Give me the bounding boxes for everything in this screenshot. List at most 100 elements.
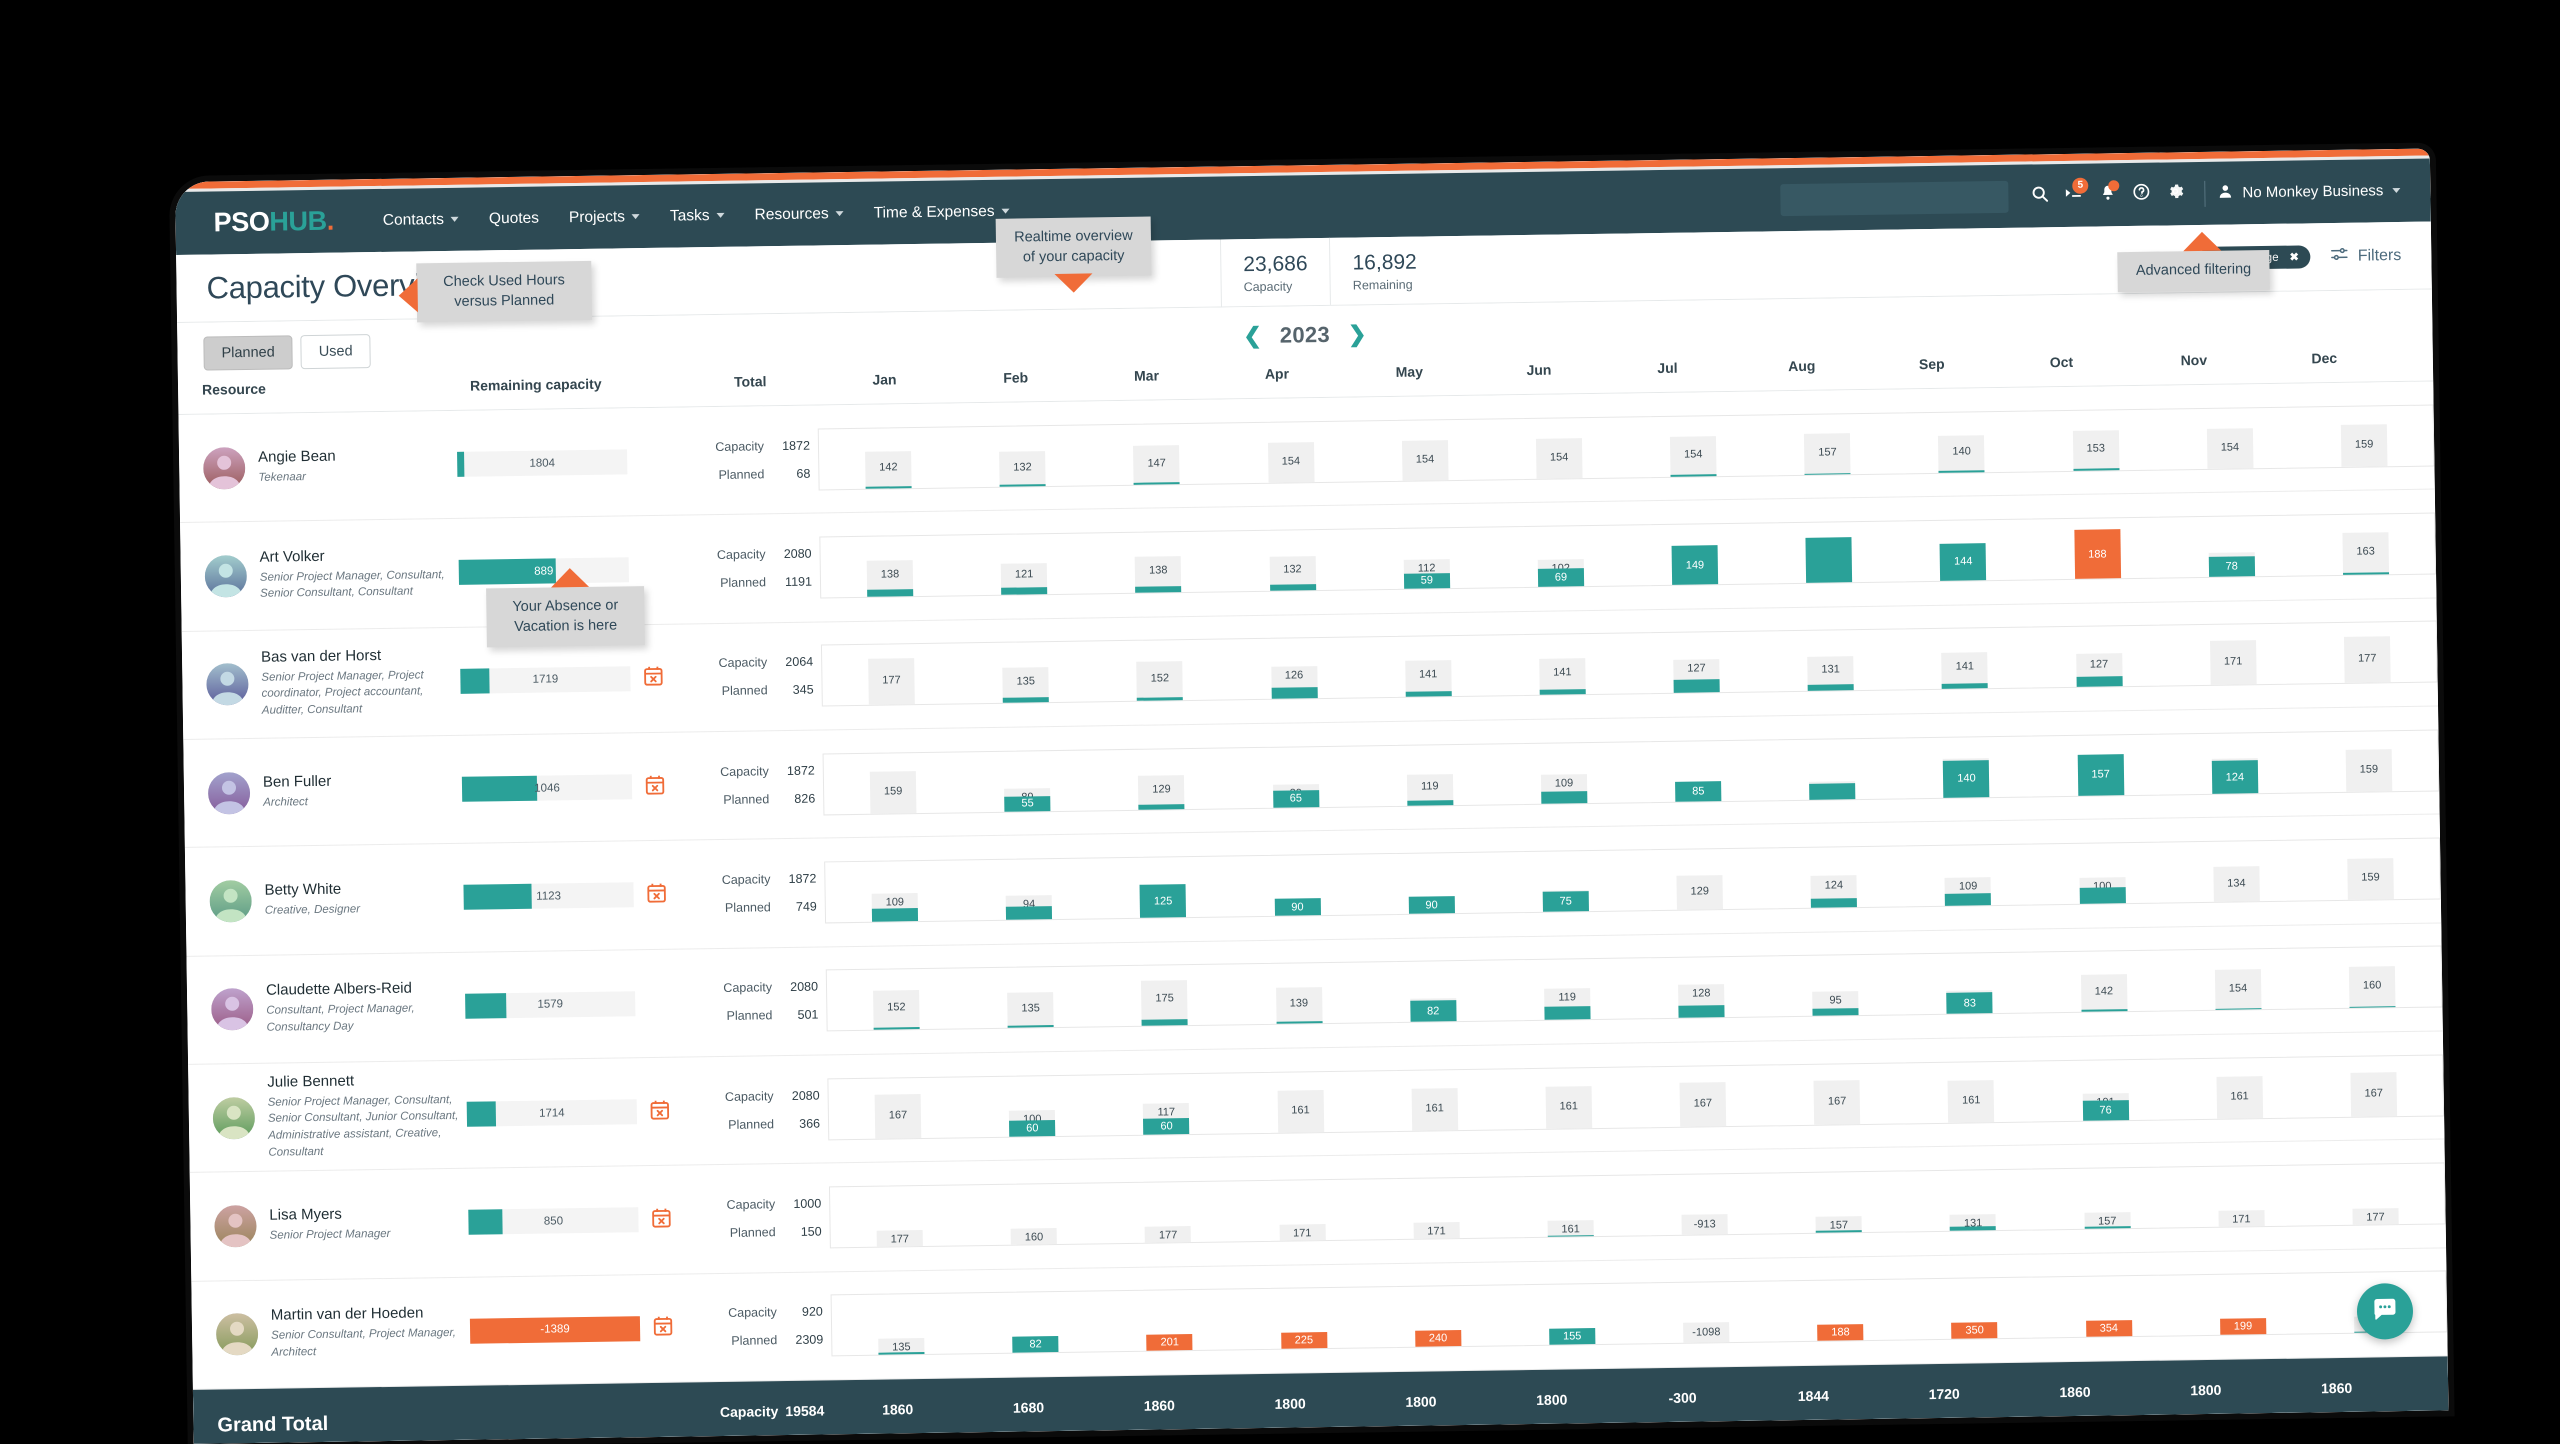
month-cell[interactable]: 135 xyxy=(834,1294,969,1356)
month-cell[interactable]: 10269 xyxy=(1493,525,1628,587)
month-cell[interactable]: 201 xyxy=(1102,1290,1237,1352)
planned-button[interactable]: Planned xyxy=(203,335,293,370)
resource-cell[interactable]: Angie BeanTekenaar xyxy=(178,411,458,522)
month-cell[interactable]: 7882 xyxy=(968,1292,1103,1354)
month-cell[interactable]: 10060 xyxy=(965,1075,1100,1137)
month-cell[interactable]: 8955 xyxy=(960,750,1095,812)
month-cell[interactable]: 129 xyxy=(1632,848,1767,910)
month-cell[interactable]: 7485 xyxy=(1631,740,1766,802)
month-cell[interactable]: 141 xyxy=(1495,634,1630,696)
month-cell[interactable]: 154 xyxy=(2170,949,2305,1011)
month-cell[interactable]: 125 xyxy=(1095,856,1230,918)
month-cell[interactable]: 8883 xyxy=(1902,953,2037,1015)
nav-item-contacts[interactable]: Contacts xyxy=(368,204,475,236)
month-cell[interactable]: 119 xyxy=(1500,959,1635,1021)
month-cell[interactable]: 188 xyxy=(1773,1280,1908,1342)
month-cell[interactable]: 155 xyxy=(1504,1284,1639,1346)
month-cell[interactable]: 138 xyxy=(822,535,957,597)
month-cell[interactable]: 188 xyxy=(2030,518,2165,580)
close-icon[interactable]: ✖ xyxy=(2289,251,2298,264)
month-cell[interactable]: 11259 xyxy=(1359,527,1494,589)
month-cell[interactable]: 167 xyxy=(830,1077,965,1139)
month-cell[interactable]: 199 xyxy=(2175,1274,2310,1336)
month-cell[interactable]: 10176 xyxy=(2038,1059,2173,1121)
month-cell[interactable]: 154 xyxy=(1492,417,1627,479)
month-cell[interactable]: 177 xyxy=(824,644,959,706)
resource-cell[interactable]: Bas van der HorstSenior Project Manager,… xyxy=(182,627,462,738)
month-cell[interactable]: 152 xyxy=(1092,640,1227,702)
month-cell[interactable]: 177 xyxy=(832,1185,967,1247)
month-cell[interactable]: 6490 xyxy=(1230,854,1365,916)
nav-item-quotes[interactable]: Quotes xyxy=(474,203,554,234)
notifications-bell-icon[interactable] xyxy=(2090,183,2124,208)
month-cell[interactable]: 142 xyxy=(2036,951,2171,1013)
month-cell[interactable]: 8982 xyxy=(1365,961,1500,1023)
month-cell[interactable]: 354 xyxy=(2041,1276,2176,1338)
month-cell[interactable]: -1098 xyxy=(1639,1282,1774,1344)
month-cell[interactable]: 152 xyxy=(829,969,964,1031)
month-cell[interactable]: 157 xyxy=(2033,734,2168,796)
month-cell[interactable]: 161 xyxy=(1501,1067,1636,1129)
month-cell[interactable]: 127 xyxy=(2031,626,2166,688)
month-cell[interactable]: 171 xyxy=(1234,1179,1369,1241)
month-cell[interactable]: 153 xyxy=(2028,409,2163,471)
month-cell[interactable]: 129 xyxy=(1094,748,1229,810)
month-cell[interactable]: 167 xyxy=(1769,1063,1904,1125)
month-cell[interactable]: 157 xyxy=(1760,413,1895,475)
capacity-table-body[interactable]: Angie BeanTekenaar1804Capacity1872Planne… xyxy=(178,382,2447,1390)
month-cell[interactable]: 11760 xyxy=(1099,1073,1234,1135)
resource-cell[interactable]: Art VolkerSenior Project Manager, Consul… xyxy=(180,519,460,630)
month-cell[interactable]: 159 xyxy=(826,752,961,814)
month-cell[interactable]: 142 xyxy=(821,427,956,489)
month-cell[interactable]: 140 xyxy=(1899,736,2034,798)
month-cell[interactable]: -913 xyxy=(1637,1173,1772,1235)
absence-calendar-icon[interactable] xyxy=(644,772,666,800)
month-cell[interactable]: 159 xyxy=(2301,730,2436,792)
month-cell[interactable]: 124 xyxy=(1766,846,1901,908)
month-cell[interactable]: 119 xyxy=(1362,744,1497,806)
month-cell[interactable]: 141 xyxy=(1897,628,2032,690)
absence-calendar-icon[interactable] xyxy=(642,664,664,692)
month-cell[interactable]: 100 xyxy=(2035,842,2170,904)
month-cell[interactable]: 163 xyxy=(2298,514,2433,576)
month-cell[interactable]: 159 xyxy=(2303,838,2438,900)
month-cell[interactable]: 171 xyxy=(1369,1177,1504,1239)
month-cell[interactable]: 350 xyxy=(1907,1278,2042,1340)
month-cell[interactable]: 94 xyxy=(961,858,1096,920)
month-cell[interactable]: 154 xyxy=(1223,421,1358,483)
month-cell[interactable]: 240 xyxy=(1370,1286,1505,1348)
month-cell[interactable]: 154 xyxy=(1626,415,1761,477)
month-cell[interactable]: 135 xyxy=(963,967,1098,1029)
absence-calendar-icon[interactable] xyxy=(652,1314,674,1342)
month-cell[interactable]: 154 xyxy=(2162,407,2297,469)
resource-cell[interactable]: Ben FullerArchitect xyxy=(183,736,463,847)
nav-item-resources[interactable]: Resources xyxy=(739,198,859,230)
month-cell[interactable]: 157 xyxy=(1771,1171,1906,1233)
previous-year-button[interactable]: ❮ xyxy=(1243,325,1262,347)
nav-item-tasks[interactable]: Tasks xyxy=(655,200,740,231)
month-cell[interactable]: 132 xyxy=(955,425,1090,487)
month-cell[interactable]: 127 xyxy=(1629,632,1764,694)
month-cell[interactable]: 109 xyxy=(1496,742,1631,804)
month-cell[interactable]: 131 xyxy=(1905,1169,2040,1231)
month-cell[interactable]: 128 xyxy=(1634,957,1769,1019)
month-cell[interactable]: 177 xyxy=(2300,622,2435,684)
month-cell[interactable]: 144 xyxy=(1896,520,2031,582)
absence-calendar-icon[interactable] xyxy=(645,881,667,909)
month-cell[interactable]: 7975 xyxy=(1498,850,1633,912)
month-cell[interactable]: 147 xyxy=(1089,423,1224,485)
month-cell[interactable]: 6490 xyxy=(1364,852,1499,914)
next-year-button[interactable]: ❯ xyxy=(1348,323,1367,345)
resource-cell[interactable]: Julie BennettSenior Project Manager, Con… xyxy=(188,1061,468,1172)
absence-calendar-icon[interactable] xyxy=(649,1097,671,1125)
month-cell[interactable]: 225 xyxy=(1236,1288,1371,1350)
month-cell[interactable]: 177 xyxy=(2308,1163,2443,1225)
used-button[interactable]: Used xyxy=(301,334,371,369)
help-icon[interactable] xyxy=(2124,183,2158,207)
month-cell[interactable]: 177 xyxy=(1100,1181,1235,1243)
month-cell[interactable]: 175 xyxy=(1097,965,1232,1027)
month-cell[interactable]: 161 xyxy=(1367,1069,1502,1131)
month-cell[interactable]: 167 xyxy=(2306,1055,2441,1117)
search-input[interactable] xyxy=(1780,180,2008,215)
month-cell[interactable]: 8965 xyxy=(1228,746,1363,808)
